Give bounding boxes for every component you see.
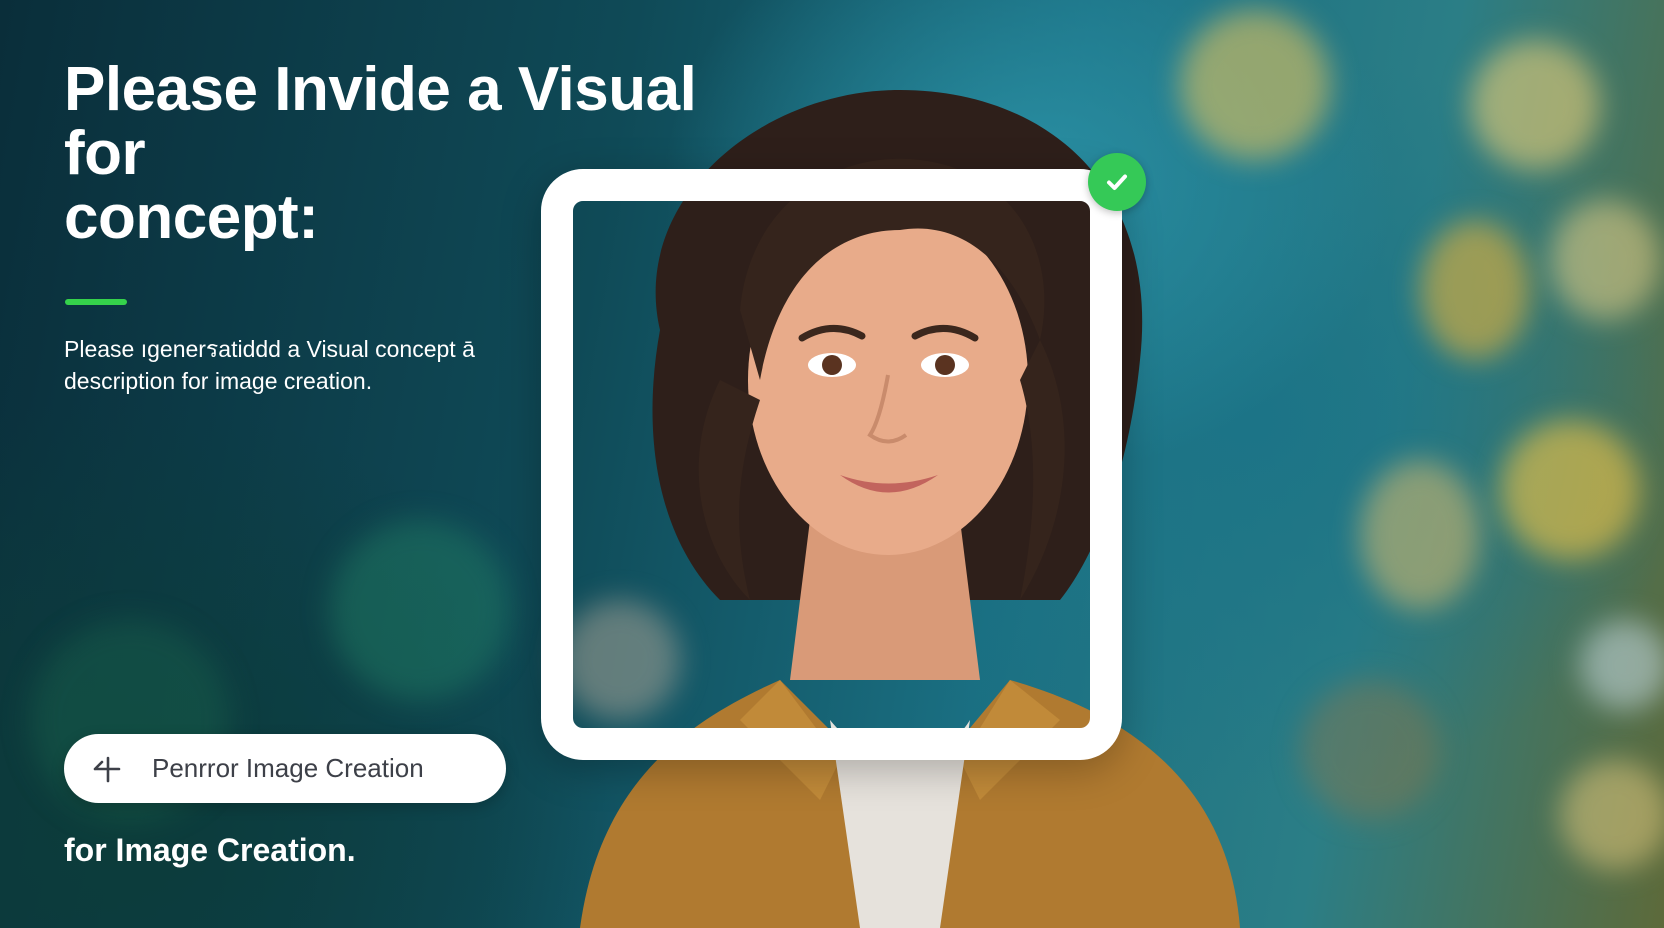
description-line-2: description for image creation. — [64, 368, 373, 394]
footer-caption: for Image Creation. — [64, 832, 356, 868]
photo-frame — [541, 169, 1122, 760]
check-icon — [1107, 174, 1127, 190]
description-text: Please ıgenerรatiddd a Visual concept ā … — [64, 333, 534, 397]
image-creation-button-label: Penrror Image Creation — [152, 753, 424, 783]
accent-divider — [65, 299, 127, 305]
description-line-1: Please ıgenerรatiddd a Visual concept ā — [64, 336, 475, 362]
plus-icon — [92, 754, 122, 784]
check-badge — [1088, 153, 1146, 211]
image-creation-button[interactable]: Penrror Image Creation — [64, 734, 506, 803]
headline-line-1: Please Invide a Visual — [64, 55, 697, 124]
